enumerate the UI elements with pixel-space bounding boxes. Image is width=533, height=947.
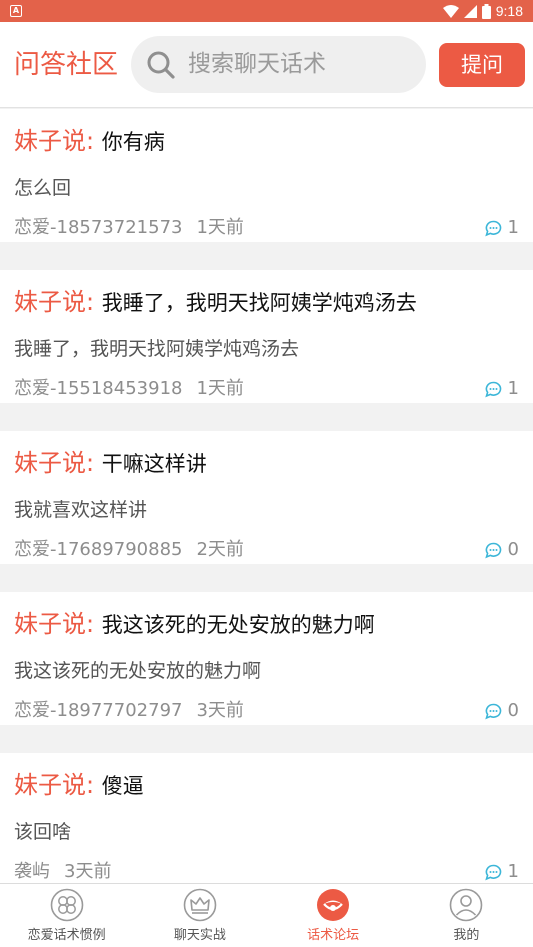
comment-count-value: 1: [507, 861, 519, 882]
post-author: 恋爱-17689790885: [14, 539, 183, 560]
bottom-tab-bar: 恋爱话术惯例 聊天实战 话术论坛 我的: [0, 883, 533, 947]
post-time: 1天前: [196, 378, 244, 399]
post-question: 妹子说: 傻逼: [14, 769, 144, 802]
comment-count-value: 0: [507, 700, 519, 721]
tab-profile[interactable]: 我的: [400, 884, 533, 947]
tab-label: 恋爱话术惯例: [27, 928, 106, 943]
post-time: 2天前: [196, 539, 244, 560]
comment-icon: [484, 864, 501, 880]
post-meta: 恋爱-15518453918 1天前: [14, 377, 244, 401]
comment-count[interactable]: 1: [484, 216, 519, 240]
post-answer: 怎么回: [14, 177, 72, 199]
page-title: 问答社区: [14, 50, 119, 80]
post-author: 恋爱-18977702797: [14, 700, 183, 721]
post-question: 妹子说: 我这该死的无处安放的魅力啊: [14, 608, 375, 641]
tab-forum[interactable]: 话术论坛: [267, 884, 400, 947]
comment-icon: [484, 381, 501, 397]
post-answer: 我睡了，我明天找阿姨学炖鸡汤去: [14, 338, 300, 360]
post-author: 恋爱-18573721573: [14, 217, 183, 238]
status-icons: 9:18: [442, 2, 523, 20]
forum-icon: [317, 889, 350, 921]
comment-count[interactable]: 0: [484, 699, 519, 723]
comment-count[interactable]: 1: [484, 860, 519, 884]
post-prefix: 妹子说:: [14, 449, 95, 477]
post-question: 妹子说: 干嘛这样讲: [14, 447, 207, 480]
post-question-text: 干嘛这样讲: [101, 452, 207, 476]
post-time: 3天前: [64, 861, 112, 882]
comment-count-value: 1: [507, 217, 519, 238]
post-author: 袭屿: [14, 861, 50, 882]
tab-label: 我的: [453, 928, 480, 943]
post-prefix: 妹子说:: [14, 610, 95, 638]
post-prefix: 妹子说:: [14, 771, 95, 799]
post-meta: 恋爱-17689790885 2天前: [14, 538, 244, 562]
post-author: 恋爱-15518453918: [14, 378, 183, 399]
comment-count[interactable]: 1: [484, 377, 519, 401]
post-card[interactable]: 妹子说: 我这该死的无处安放的魅力啊 我这该死的无处安放的魅力啊 恋爱-1897…: [0, 592, 533, 725]
post-card[interactable]: 妹子说: 你有病 怎么回 恋爱-18573721573 1天前 1: [0, 109, 533, 242]
post-card[interactable]: 妹子说: 傻逼 该回啥 袭屿 3天前 1: [0, 753, 533, 886]
wifi-icon: [442, 4, 459, 18]
post-answer: 该回啥: [14, 821, 72, 843]
cell-signal-icon: [463, 4, 477, 18]
status-bar: A 9:18: [0, 0, 533, 22]
comment-icon: [484, 220, 501, 236]
post-card[interactable]: 妹子说: 干嘛这样讲 我就喜欢这样讲 恋爱-17689790885 2天前 0: [0, 431, 533, 564]
clock: 9:18: [495, 3, 523, 19]
post-question-text: 你有病: [101, 130, 165, 154]
comment-icon: [484, 703, 501, 719]
clover-icon: [50, 888, 83, 922]
comment-count[interactable]: 0: [484, 538, 519, 562]
tab-label: 聊天实战: [173, 928, 226, 943]
post-answer: 我就喜欢这样讲: [14, 499, 148, 521]
question-feed: 妹子说: 你有病 怎么回 恋爱-18573721573 1天前 1 妹子说: 我睡…: [0, 109, 533, 914]
post-card[interactable]: 妹子说: 我睡了，我明天找阿姨学炖鸡汤去 我睡了，我明天找阿姨学炖鸡汤去 恋爱-…: [0, 270, 533, 403]
post-question-text: 我这该死的无处安放的魅力啊: [101, 613, 375, 637]
post-question: 妹子说: 你有病: [14, 125, 165, 158]
post-prefix: 妹子说:: [14, 288, 95, 316]
crown-icon: [183, 888, 217, 922]
post-time: 1天前: [196, 217, 244, 238]
search-input[interactable]: 搜索聊天话术: [131, 36, 426, 93]
profile-icon: [450, 888, 483, 922]
post-meta: 恋爱-18977702797 3天前: [14, 699, 244, 723]
post-meta: 恋爱-18573721573 1天前: [14, 216, 244, 240]
top-bar: 问答社区 搜索聊天话术 提问: [0, 22, 533, 108]
post-prefix: 妹子说:: [14, 127, 95, 155]
post-question: 妹子说: 我睡了，我明天找阿姨学炖鸡汤去: [14, 286, 417, 319]
post-question-text: 傻逼: [101, 774, 144, 798]
comment-count-value: 1: [507, 378, 519, 399]
tab-chat-practice[interactable]: 聊天实战: [133, 884, 266, 947]
comment-icon: [484, 542, 501, 558]
post-answer: 我这该死的无处安放的魅力啊: [14, 660, 262, 682]
post-time: 3天前: [196, 700, 244, 721]
notification-app-icon: A: [10, 5, 22, 17]
tab-love-tips[interactable]: 恋爱话术惯例: [0, 884, 133, 947]
search-placeholder: 搜索聊天话术: [188, 51, 326, 77]
comment-count-value: 0: [507, 539, 519, 560]
ask-question-button[interactable]: 提问: [439, 43, 525, 87]
search-icon: [147, 51, 175, 79]
post-question-text: 我睡了，我明天找阿姨学炖鸡汤去: [101, 291, 417, 315]
post-meta: 袭屿 3天前: [14, 860, 111, 884]
tab-label: 话术论坛: [307, 928, 360, 943]
battery-icon: [481, 3, 491, 19]
